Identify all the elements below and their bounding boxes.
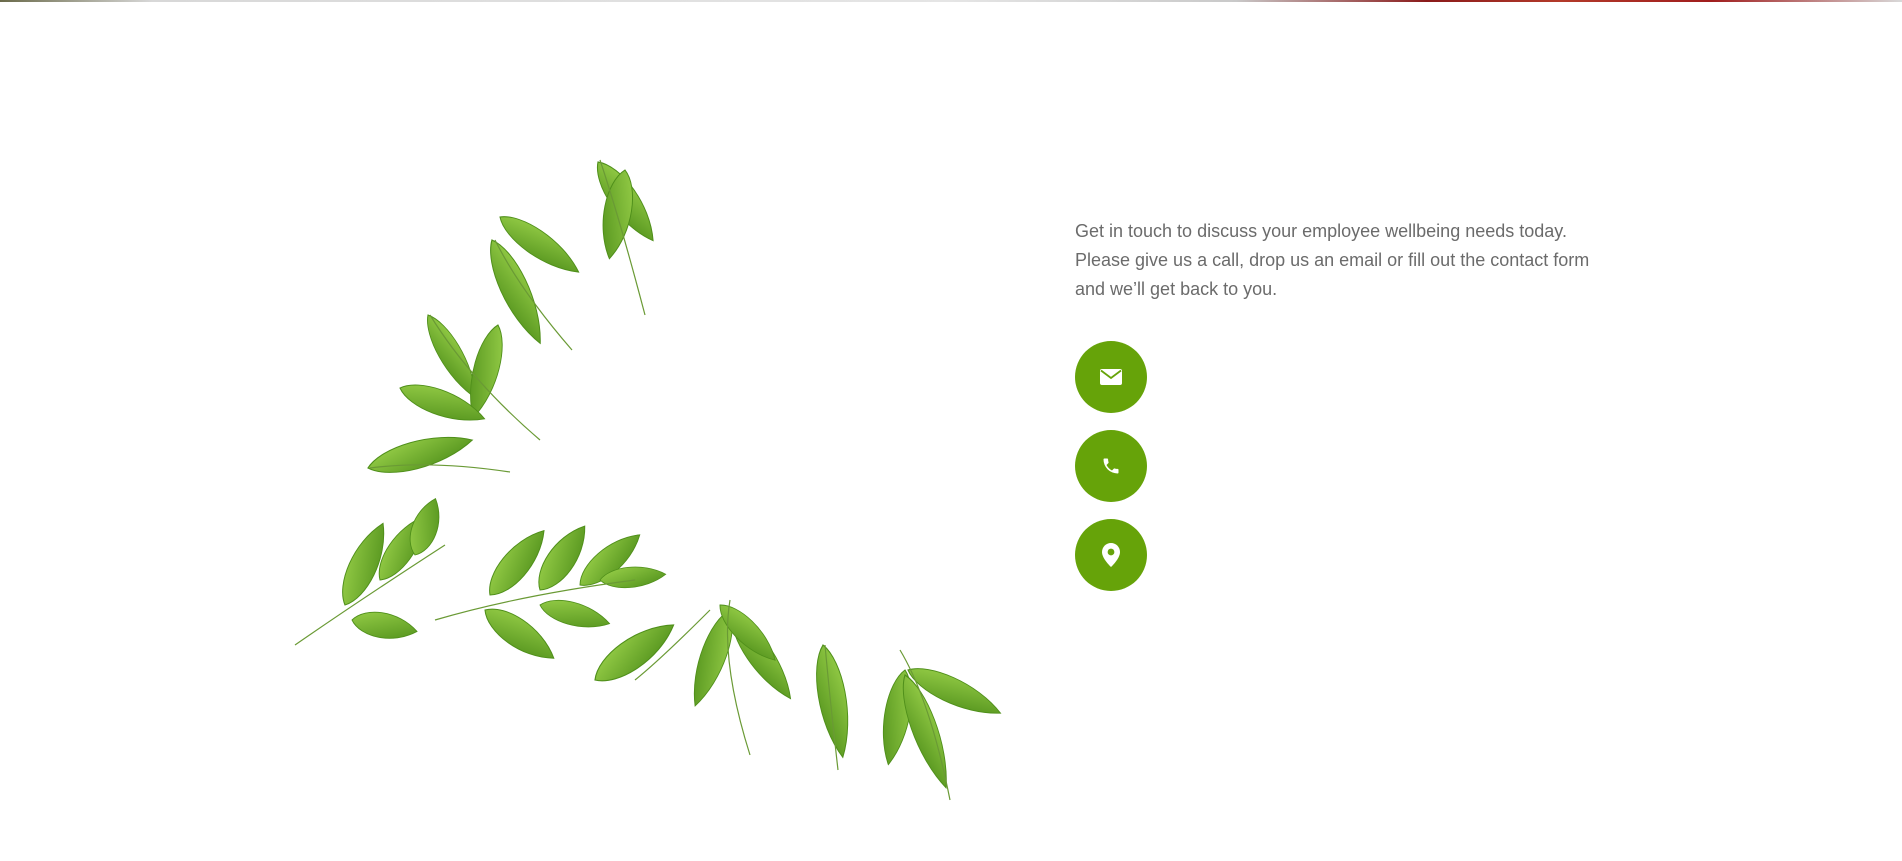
contact-section: Get in touch to discuss your employee we… xyxy=(1075,217,1595,608)
email-button[interactable] xyxy=(1075,341,1147,413)
location-button[interactable] xyxy=(1075,519,1147,591)
map-pin-icon xyxy=(1102,543,1120,567)
envelope-icon xyxy=(1100,369,1122,385)
contact-button-list xyxy=(1075,341,1595,591)
leaf-illustration xyxy=(294,153,1007,801)
phone-button[interactable] xyxy=(1075,430,1147,502)
contact-intro-text: Get in touch to discuss your employee we… xyxy=(1075,221,1590,299)
phone-icon xyxy=(1103,458,1119,474)
top-image-strip xyxy=(0,0,1902,2)
